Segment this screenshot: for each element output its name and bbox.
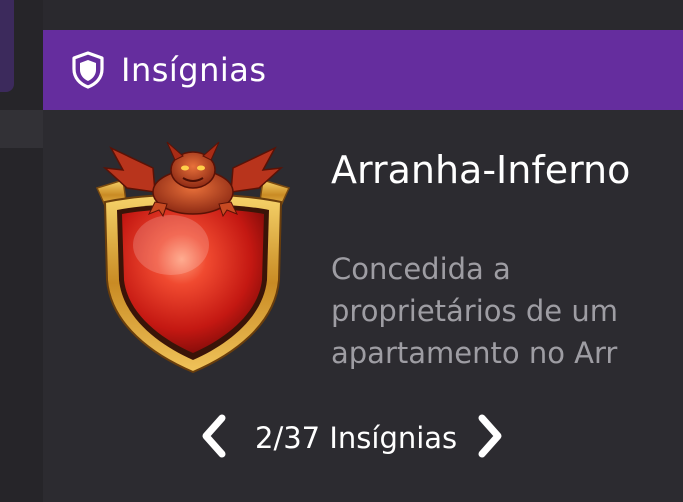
chevron-right-icon <box>476 414 506 462</box>
chevron-left-icon <box>198 414 228 462</box>
badge-name: Arranha-Inferno <box>331 148 631 192</box>
gargoyle-shield-badge-icon <box>93 140 293 375</box>
panel-header: Insígnias <box>43 30 683 110</box>
shield-icon <box>67 49 109 91</box>
badge-pager: 2/37 Insígnias <box>193 410 511 466</box>
pager-label: 2/37 Insígnias <box>255 421 458 455</box>
panel-title: Insígnias <box>121 51 267 89</box>
badges-panel: Insígnias Arranha-Inferno Concedida a pr… <box>43 30 683 502</box>
background-panel-band <box>0 110 43 148</box>
next-badge-button[interactable] <box>471 410 511 466</box>
app-root: Insígnias Arranha-Inferno Concedida a pr… <box>0 0 683 502</box>
badge-description: Concedida a proprietários de um apartame… <box>331 252 618 370</box>
previous-badge-button[interactable] <box>193 410 233 466</box>
background-panel-corner <box>0 0 14 92</box>
